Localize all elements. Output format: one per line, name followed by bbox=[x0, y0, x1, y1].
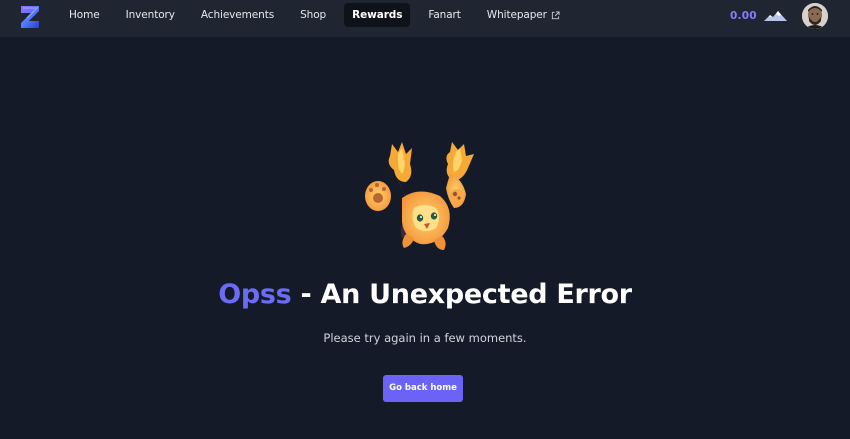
error-title-rest: - An Unexpected Error bbox=[291, 279, 633, 310]
nav-item-label: Whitepaper bbox=[486, 9, 547, 21]
go-back-home-button[interactable]: Go back home bbox=[383, 375, 463, 402]
nav-item-inventory[interactable]: Inventory bbox=[113, 3, 188, 27]
nav-item-label: Fanart bbox=[428, 9, 461, 21]
nav-item-label: Inventory bbox=[125, 9, 175, 21]
error-message: Please try again in a few moments. bbox=[323, 331, 527, 345]
error-title: Opss - An Unexpected Error bbox=[0, 279, 850, 310]
nav-item-fanart[interactable]: Fanart bbox=[415, 3, 473, 27]
user-avatar[interactable] bbox=[802, 3, 828, 29]
avatar-image bbox=[802, 3, 828, 29]
top-navigation-bar: Home Inventory Achievements Shop Rewards… bbox=[0, 0, 850, 37]
nav-item-whitepaper[interactable]: Whitepaper bbox=[474, 3, 573, 27]
nav-item-achievements[interactable]: Achievements bbox=[188, 3, 287, 27]
nav-item-label: Shop bbox=[300, 9, 327, 21]
fire-creature-mascot bbox=[365, 142, 474, 250]
main-nav: Home Inventory Achievements Shop Rewards… bbox=[56, 3, 573, 27]
nav-item-home[interactable]: Home bbox=[56, 3, 113, 27]
nav-item-label: Rewards bbox=[352, 9, 403, 21]
external-link-icon bbox=[551, 10, 560, 19]
logo-icon[interactable] bbox=[19, 4, 41, 30]
nav-item-label: Home bbox=[69, 9, 100, 21]
error-title-accent: Opss bbox=[218, 279, 292, 310]
nav-item-rewards[interactable]: Rewards bbox=[344, 3, 411, 27]
nav-item-label: Achievements bbox=[200, 9, 275, 21]
nav-item-shop[interactable]: Shop bbox=[287, 3, 339, 27]
balance-amount[interactable]: 0.00 bbox=[730, 10, 757, 22]
mountain-token-icon bbox=[764, 11, 787, 21]
